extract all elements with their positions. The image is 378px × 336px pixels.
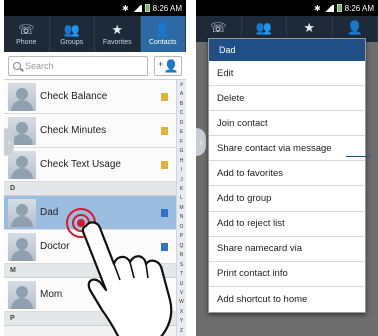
menu-item-add-shortcut[interactable]: Add shortcut to home bbox=[209, 287, 365, 312]
contact-row-check-balance[interactable]: Check Balance bbox=[4, 80, 186, 114]
bluetooth-icon: ✱ bbox=[121, 3, 129, 13]
tab-label: Contacts bbox=[148, 38, 177, 46]
add-contact-button[interactable]: ⁺👤 bbox=[154, 55, 182, 76]
avatar bbox=[8, 150, 36, 179]
index-letter[interactable]: I bbox=[181, 167, 182, 173]
groups-icon: 👥 bbox=[63, 21, 80, 37]
contact-name: Dad bbox=[40, 207, 59, 218]
index-letter[interactable]: G bbox=[180, 148, 184, 154]
index-letter[interactable]: D bbox=[180, 120, 184, 126]
section-header-d: D bbox=[4, 182, 186, 196]
tab-label: Groups bbox=[60, 38, 84, 46]
pointing-hand-icon bbox=[81, 221, 173, 336]
avatar bbox=[8, 232, 36, 261]
sim-badge-icon bbox=[161, 92, 168, 101]
phone-icon: ☏ bbox=[210, 20, 227, 35]
menu-item-add-to-reject-list[interactable]: Add to reject list bbox=[209, 212, 365, 237]
chevron-right-icon: › bbox=[199, 137, 203, 147]
tab-phone[interactable]: ☏ Phone bbox=[4, 16, 50, 52]
avatar bbox=[8, 82, 36, 111]
battery-icon bbox=[336, 4, 342, 12]
menu-item-edit[interactable]: Edit bbox=[209, 61, 365, 87]
index-letter[interactable]: M bbox=[179, 205, 183, 211]
add-contact-icon: ⁺👤 bbox=[157, 58, 179, 73]
tab-groups[interactable]: 👥 Groups bbox=[50, 16, 95, 52]
tab-contacts[interactable]: 👤 Contacts bbox=[140, 16, 186, 52]
phone-icon: ☏ bbox=[18, 21, 35, 37]
status-time: 8:26 AM bbox=[152, 3, 182, 13]
contact-options-screen: ✱ 8:26 AM ☏ 👥 ★ 👤 › Dad Edit Delete Join… bbox=[196, 0, 378, 336]
contact-name: Check Minutes bbox=[40, 125, 107, 136]
tab-bar: ☏ Phone 👥 Groups ★ Favorites 👤 Contacts bbox=[4, 16, 186, 52]
index-letter[interactable]: C bbox=[180, 110, 184, 116]
sim-badge-icon bbox=[161, 126, 168, 135]
contact-icon: 👤 bbox=[154, 21, 171, 37]
menu-item-add-to-group[interactable]: Add to group bbox=[209, 186, 365, 212]
index-letter[interactable]: J bbox=[180, 177, 183, 183]
search-placeholder: Search bbox=[25, 60, 54, 71]
contact-name: Check Balance bbox=[40, 91, 108, 102]
status-bar: ✱ 8:26 AM bbox=[4, 0, 186, 16]
star-icon: ★ bbox=[303, 20, 316, 35]
search-icon bbox=[13, 61, 21, 70]
context-menu: Dad Edit Delete Join contact Share conta… bbox=[208, 38, 366, 313]
tab-favorites[interactable]: ★ Favorites bbox=[95, 16, 141, 52]
search-input[interactable]: Search bbox=[8, 55, 148, 76]
index-letter[interactable]: F bbox=[180, 139, 183, 145]
avatar bbox=[8, 280, 36, 309]
status-bar: ✱ 8:26 AM bbox=[196, 0, 378, 16]
menu-item-add-to-favorites[interactable]: Add to favorites bbox=[209, 161, 365, 187]
index-letter[interactable]: # bbox=[180, 82, 183, 88]
tab-label: Phone bbox=[16, 38, 37, 46]
callout-line bbox=[346, 156, 370, 157]
index-letter[interactable]: H bbox=[180, 158, 184, 164]
status-time: 8:26 AM bbox=[344, 3, 374, 13]
signal-icon bbox=[131, 4, 142, 12]
signal-icon bbox=[323, 4, 334, 12]
menu-item-share-namecard[interactable]: Share namecard via bbox=[209, 237, 365, 262]
menu-item-share-via-message[interactable]: Share contact via message bbox=[209, 136, 365, 162]
contact-row-check-minutes[interactable]: Check Minutes bbox=[4, 114, 186, 148]
contacts-screen: ✱ 8:26 AM ☏ Phone 👥 Groups ★ Favorites 👤… bbox=[4, 0, 186, 336]
index-letter[interactable]: E bbox=[180, 129, 183, 135]
menu-item-delete[interactable]: Delete bbox=[209, 86, 365, 112]
index-letter[interactable]: B bbox=[180, 101, 183, 107]
index-letter[interactable]: K bbox=[180, 186, 183, 192]
index-letter[interactable]: L bbox=[180, 195, 183, 201]
menu-item-join-contact[interactable]: Join contact bbox=[209, 111, 365, 137]
tab-label: Favorites bbox=[102, 38, 132, 46]
contact-row-check-text-usage[interactable]: Check Text Usage bbox=[4, 148, 186, 182]
avatar bbox=[8, 198, 36, 227]
groups-icon: 👥 bbox=[255, 20, 272, 35]
contact-icon: 👤 bbox=[346, 20, 363, 35]
phone-badge-icon bbox=[161, 208, 168, 217]
index-letter[interactable]: A bbox=[180, 91, 183, 97]
search-row: Search ⁺👤 bbox=[4, 52, 186, 80]
chevron-right-icon: › bbox=[7, 137, 11, 147]
bluetooth-icon: ✱ bbox=[313, 3, 321, 13]
sim-badge-icon bbox=[161, 160, 168, 169]
battery-icon bbox=[144, 4, 150, 12]
star-icon: ★ bbox=[111, 21, 124, 37]
contact-name: Check Text Usage bbox=[40, 159, 121, 170]
context-menu-title: Dad bbox=[209, 39, 365, 61]
menu-item-print-contact-info[interactable]: Print contact info bbox=[209, 262, 365, 287]
